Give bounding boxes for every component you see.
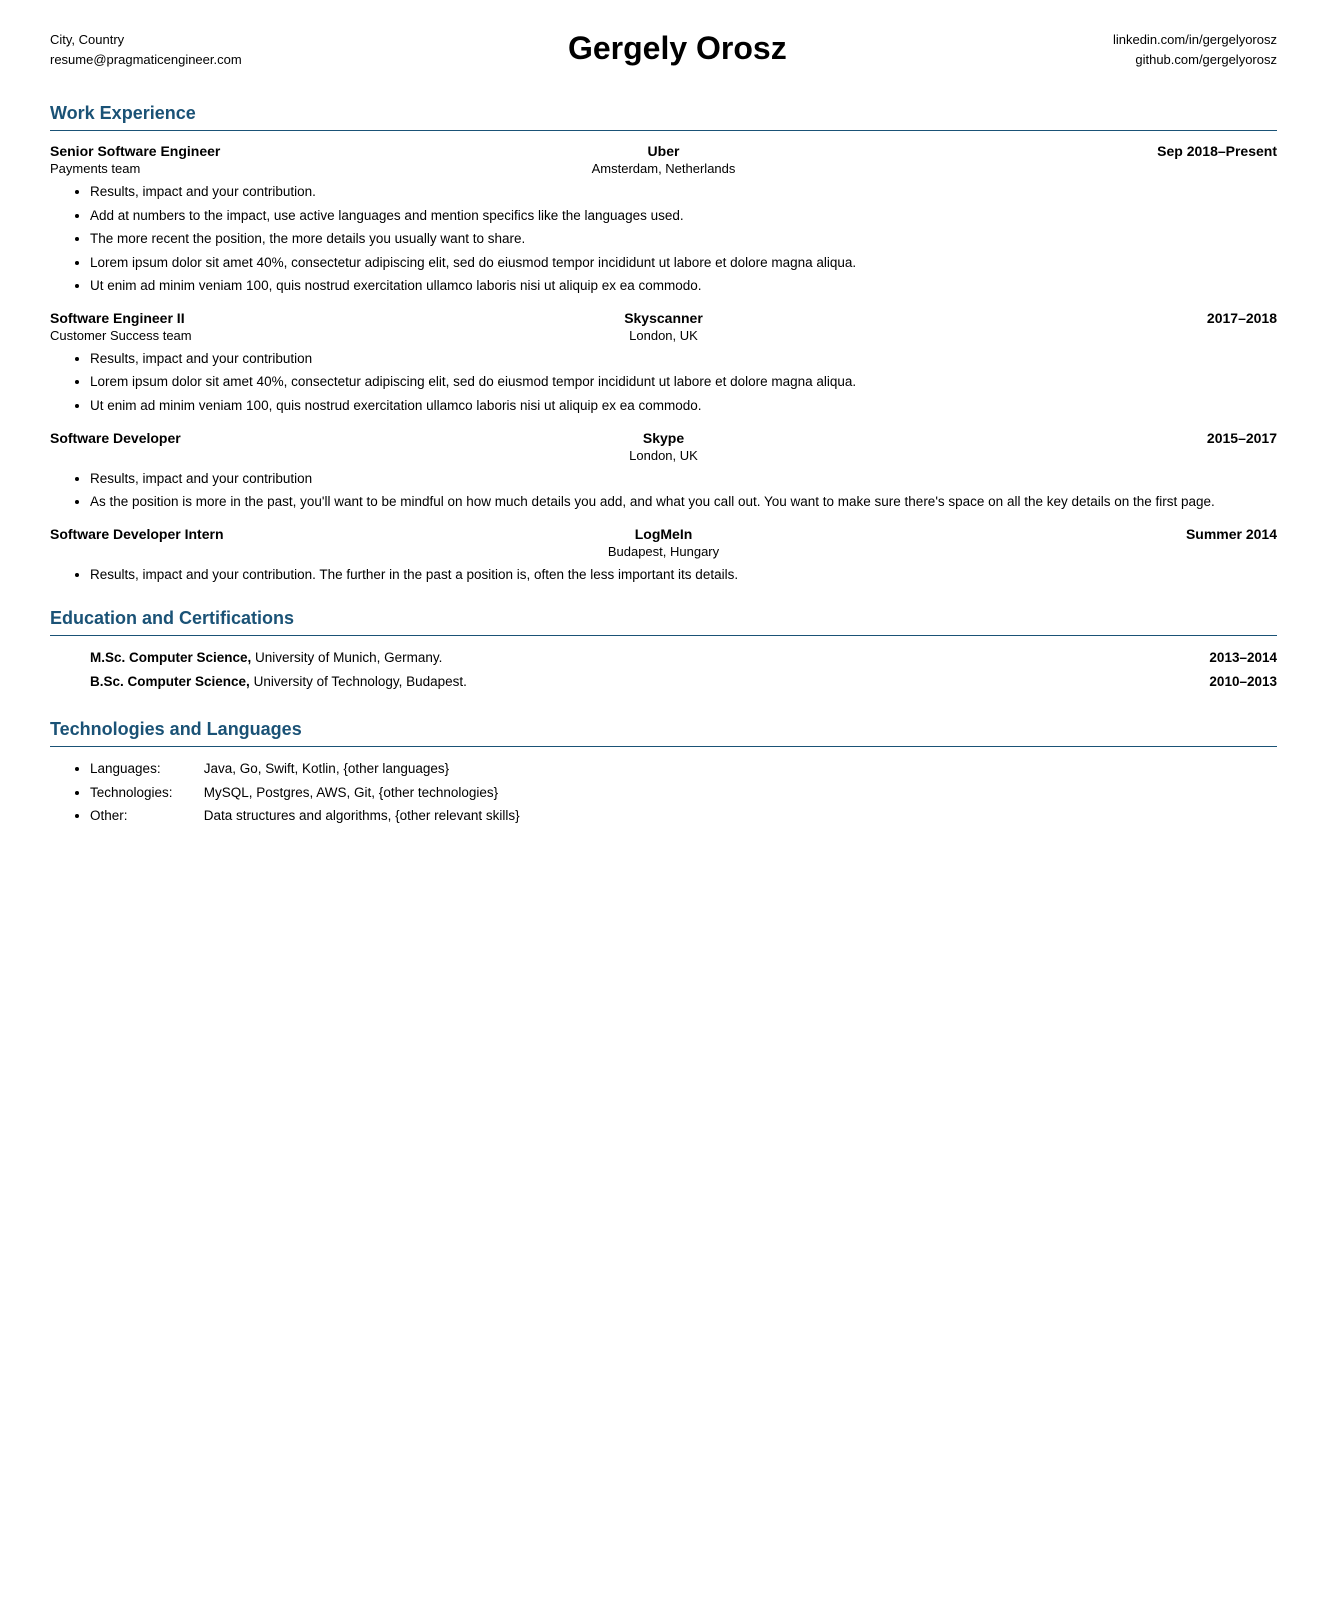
header-center: Gergely Orosz <box>242 30 1113 67</box>
technologies-section: Technologies and Languages Languages: Ja… <box>50 719 1277 826</box>
job-logmein: Software Developer Intern LogMeIn Summer… <box>50 526 1277 585</box>
list-item: Lorem ipsum dolor sit amet 40%, consecte… <box>90 372 1277 392</box>
tech-label-technologies: Technologies: <box>90 783 200 803</box>
edu-msc-date: 2013–2014 <box>1209 648 1277 668</box>
job-skype: Software Developer Skype 2015–2017 Londo… <box>50 430 1277 512</box>
work-experience-divider <box>50 130 1277 131</box>
job-company-logmein: LogMeIn <box>459 526 868 542</box>
job-company-uber: Uber <box>459 143 868 159</box>
job-skyscanner: Software Engineer II Skyscanner 2017–201… <box>50 310 1277 416</box>
list-item: Results, impact and your contribution <box>90 469 1277 489</box>
header-email: resume@pragmaticengineer.com <box>50 50 242 70</box>
tech-label-other: Other: <box>90 806 200 826</box>
job-title-uber: Senior Software Engineer <box>50 143 459 159</box>
list-item: Lorem ipsum dolor sit amet 40%, consecte… <box>90 253 1277 273</box>
list-item: M.Sc. Computer Science, University of Mu… <box>90 648 1277 668</box>
list-item: As the position is more in the past, you… <box>90 492 1277 512</box>
job-title-logmein: Software Developer Intern <box>50 526 459 542</box>
job-location-uber: Amsterdam, Netherlands <box>459 161 868 176</box>
job-bullets-skype: Results, impact and your contribution As… <box>50 469 1277 512</box>
job-bullets-skyscanner: Results, impact and your contribution Lo… <box>50 349 1277 416</box>
job-date-skyscanner: 2017–2018 <box>868 310 1277 326</box>
job-bullets-logmein: Results, impact and your contribution. T… <box>50 565 1277 585</box>
job-company-skyscanner: Skyscanner <box>459 310 868 326</box>
job-team-uber: Payments team <box>50 161 459 176</box>
list-item: Results, impact and your contribution. T… <box>90 565 1277 585</box>
header-github[interactable]: github.com/gergelyorosz <box>1113 50 1277 70</box>
work-experience-title: Work Experience <box>50 103 1277 124</box>
job-title-skype: Software Developer <box>50 430 459 446</box>
job-team-skype <box>50 448 459 463</box>
tech-label-languages: Languages: <box>90 759 200 779</box>
job-title-skyscanner: Software Engineer II <box>50 310 459 326</box>
technologies-divider <box>50 746 1277 747</box>
list-item: Results, impact and your contribution. <box>90 182 1277 202</box>
technologies-list: Languages: Java, Go, Swift, Kotlin, {oth… <box>50 759 1277 826</box>
tech-value-languages: Java, Go, Swift, Kotlin, {other language… <box>204 761 449 776</box>
list-item: Other: Data structures and algorithms, {… <box>90 806 1277 826</box>
job-date-skype: 2015–2017 <box>868 430 1277 446</box>
header-right: linkedin.com/in/gergelyorosz github.com/… <box>1113 30 1277 69</box>
list-item: Ut enim ad minim veniam 100, quis nostru… <box>90 396 1277 416</box>
header-left: City, Country resume@pragmaticengineer.c… <box>50 30 242 69</box>
work-experience-section: Work Experience Senior Software Engineer… <box>50 103 1277 584</box>
list-item: Languages: Java, Go, Swift, Kotlin, {oth… <box>90 759 1277 779</box>
technologies-title: Technologies and Languages <box>50 719 1277 740</box>
list-item: Ut enim ad minim veniam 100, quis nostru… <box>90 276 1277 296</box>
job-company-skype: Skype <box>459 430 868 446</box>
job-date-logmein: Summer 2014 <box>868 526 1277 542</box>
job-bullets-uber: Results, impact and your contribution. A… <box>50 182 1277 296</box>
header-linkedin[interactable]: linkedin.com/in/gergelyorosz <box>1113 30 1277 50</box>
edu-bsc-date: 2010–2013 <box>1209 672 1277 692</box>
job-location-skype: London, UK <box>459 448 868 463</box>
list-item: Add at numbers to the impact, use active… <box>90 206 1277 226</box>
job-team-skyscanner: Customer Success team <box>50 328 459 343</box>
list-item: Results, impact and your contribution <box>90 349 1277 369</box>
resume-header: City, Country resume@pragmaticengineer.c… <box>50 30 1277 79</box>
edu-bsc: B.Sc. Computer Science, University of Te… <box>90 672 1189 692</box>
candidate-name: Gergely Orosz <box>242 30 1113 67</box>
tech-value-technologies: MySQL, Postgres, AWS, Git, {other techno… <box>204 785 498 800</box>
job-team-logmein <box>50 544 459 559</box>
education-divider <box>50 635 1277 636</box>
job-uber: Senior Software Engineer Uber Sep 2018–P… <box>50 143 1277 296</box>
list-item: B.Sc. Computer Science, University of Te… <box>90 672 1277 692</box>
list-item: The more recent the position, the more d… <box>90 229 1277 249</box>
education-title: Education and Certifications <box>50 608 1277 629</box>
header-city: City, Country <box>50 30 242 50</box>
job-location-logmein: Budapest, Hungary <box>459 544 868 559</box>
list-item: Technologies: MySQL, Postgres, AWS, Git,… <box>90 783 1277 803</box>
edu-msc: M.Sc. Computer Science, University of Mu… <box>90 648 1189 668</box>
job-location-skyscanner: London, UK <box>459 328 868 343</box>
tech-value-other: Data structures and algorithms, {other r… <box>204 808 520 823</box>
education-section: Education and Certifications M.Sc. Compu… <box>50 608 1277 695</box>
education-list: M.Sc. Computer Science, University of Mu… <box>50 648 1277 695</box>
job-date-uber: Sep 2018–Present <box>868 143 1277 159</box>
